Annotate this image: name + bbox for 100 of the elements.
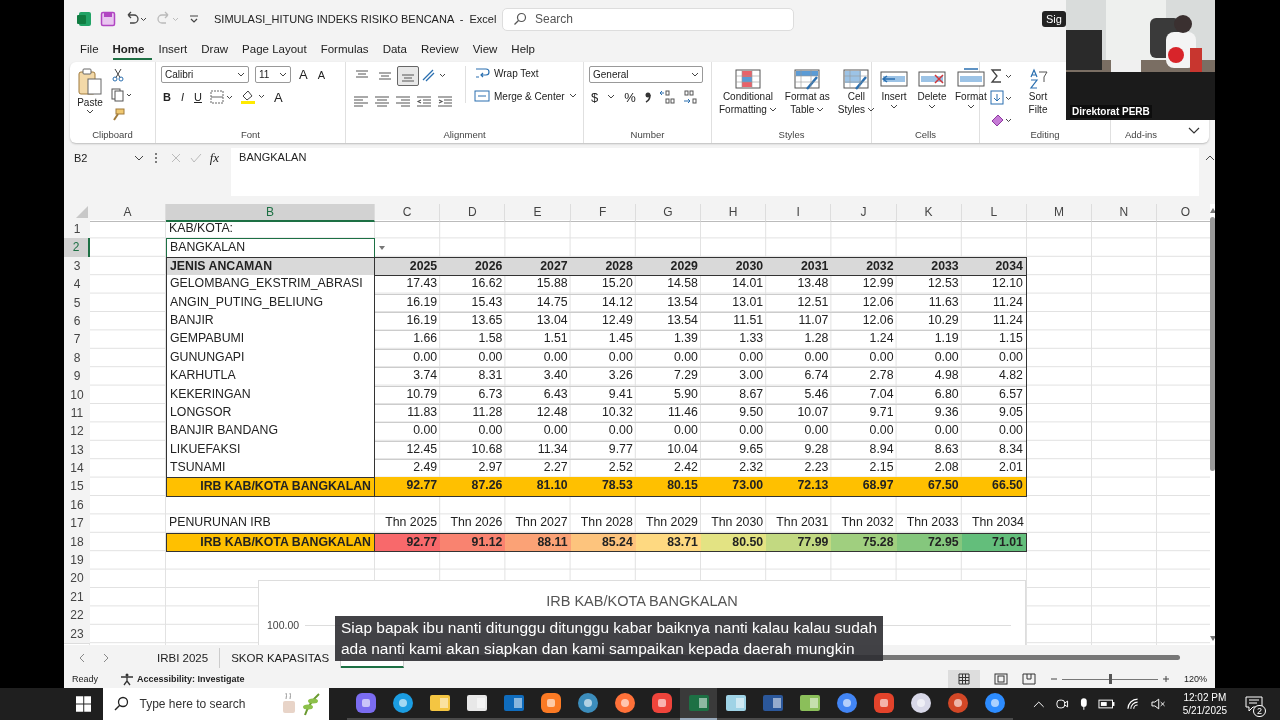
group-label: Editing [1030, 129, 1060, 140]
table-cell: ANGIN_PUTING_BELIUNG [166, 293, 375, 313]
table-cell-text: Thn 2032 [840, 514, 895, 532]
group-label: Number [630, 129, 665, 140]
table-cell: BANJIR [166, 311, 375, 332]
table-cell: 0.00 [700, 348, 767, 369]
table-cell-text: Thn 2030 [710, 514, 765, 532]
table-cell: 11.34 [505, 440, 571, 461]
table-cell: 1.45 [570, 330, 636, 350]
table-cell: 8.34 [961, 440, 1027, 461]
table-cell: 14.75 [505, 293, 571, 313]
table-cell: 6.73 [440, 385, 506, 405]
table-cell: 3.00 [700, 367, 767, 387]
status-text: Ready [72, 674, 98, 684]
table-cell: 16.19 [375, 293, 441, 313]
group-label: Alignment [443, 129, 486, 140]
table-cell: 9.77 [570, 440, 636, 461]
table-cell: 12.45 [375, 440, 441, 461]
table-cell: 9.28 [766, 440, 832, 461]
table-cell: IRB KAB/KOTA BANGKALAN [166, 532, 375, 553]
table-cell: 80.15 [635, 477, 701, 497]
table-cell-text: Thn 2026 [449, 514, 504, 532]
table-cell: 0.00 [440, 422, 506, 442]
table-cell: 78.53 [570, 477, 636, 497]
table-cell: 92.77 [375, 532, 441, 553]
table-cell: 0.00 [766, 422, 832, 442]
table-cell: 12.99 [831, 275, 897, 295]
table-cell: GELOMBANG_EKSTRIM_ABRASI [166, 275, 375, 295]
table-cell: 11.63 [896, 293, 962, 313]
table-cell: 87.26 [440, 477, 506, 497]
table-cell-text: Thn 2027 [514, 514, 569, 532]
group-label: Cells [914, 129, 937, 140]
table-cell: 10.04 [635, 440, 701, 461]
table-cell: GUNUNGAPI [166, 348, 375, 369]
table-cell-text: Thn 2028 [579, 514, 634, 532]
table-cell: 11.24 [961, 311, 1027, 332]
table-cell: 0.00 [440, 348, 506, 369]
table-cell: 12.51 [766, 293, 832, 313]
table-cell: 4.82 [961, 367, 1027, 387]
table-cell: LONGSOR [166, 403, 375, 424]
table-cell-text: Thn 2033 [905, 514, 960, 532]
table-cell: 0.00 [896, 422, 962, 442]
table-cell: KEKERINGAN [166, 385, 375, 405]
table-cell: 6.74 [766, 367, 832, 387]
table-cell: 2027 [505, 256, 571, 277]
table-cell: 0.00 [961, 422, 1027, 442]
table-cell: 10.32 [570, 403, 636, 424]
table-cell: 1.39 [635, 330, 701, 350]
table-cell: 12.49 [570, 311, 636, 332]
table-cell: 7.29 [635, 367, 701, 387]
table-cell: TSUNAMI [166, 459, 375, 479]
table-cell: 8.67 [700, 385, 767, 405]
table-cell: 2.78 [831, 367, 897, 387]
table-cell: 0.00 [570, 348, 636, 369]
table-cell: 0.00 [700, 422, 767, 442]
table-cell-text: Thn 2031 [775, 514, 830, 532]
table-cell: 1.66 [375, 330, 441, 350]
table-cell: 66.50 [961, 477, 1027, 497]
table-cell: 0.00 [896, 348, 962, 369]
table-cell: 1.58 [440, 330, 506, 350]
chart-title: IRB KAB/KOTA BANGKALAN [545, 593, 739, 609]
table-cell: 9.50 [700, 403, 767, 424]
window-title: SIMULASI_HITUNG INDEKS RISIKO BENCANA - Excel [214, 13, 494, 25]
table-cell: 0.00 [375, 348, 441, 369]
notification-count: 2 [1253, 705, 1266, 717]
table-cell: 14.58 [635, 275, 701, 295]
table-cell: 13.54 [635, 293, 701, 313]
table-cell: 15.43 [440, 293, 506, 313]
group-label: Add-ins [1124, 129, 1158, 140]
table-cell: 0.00 [375, 422, 441, 442]
table-cell: 11.51 [700, 311, 767, 332]
table-cell: IRB KAB/KOTA BANGKALAN [166, 477, 375, 497]
table-cell: 3.40 [505, 367, 571, 387]
table-cell: 5.46 [766, 385, 832, 405]
table-cell: 13.65 [440, 311, 506, 332]
table-cell: BANJIR BANDANG [166, 422, 375, 442]
table-cell: 9.65 [700, 440, 767, 461]
table-cell: 91.12 [440, 532, 506, 553]
table-cell: 14.12 [570, 293, 636, 313]
table-cell: 68.97 [831, 477, 897, 497]
table-cell: 0.00 [766, 348, 832, 369]
table-cell: 0.00 [831, 422, 897, 442]
table-cell: JENIS ANCAMAN [166, 256, 375, 277]
table-cell: 11.07 [766, 311, 832, 332]
table-cell-text: PENURUNAN IRB [168, 514, 272, 532]
table-cell: 9.05 [961, 403, 1027, 424]
table-cell: 1.15 [961, 330, 1027, 350]
table-cell: 0.00 [635, 348, 701, 369]
table-cell: 0.00 [831, 348, 897, 369]
table-cell-text: Thn 2034 [970, 514, 1025, 532]
table-cell: 1.51 [505, 330, 571, 350]
table-cell: 0.00 [570, 422, 636, 442]
table-cell: 9.71 [831, 403, 897, 424]
table-cell: 7.04 [831, 385, 897, 405]
table-cell: 13.54 [635, 311, 701, 332]
table-cell: 67.50 [896, 477, 962, 497]
participant-name: Direktorat PERB [1070, 105, 1152, 118]
table-cell: 73.00 [700, 477, 767, 497]
table-cell: 4.98 [896, 367, 962, 387]
table-cell: 10.68 [440, 440, 506, 461]
